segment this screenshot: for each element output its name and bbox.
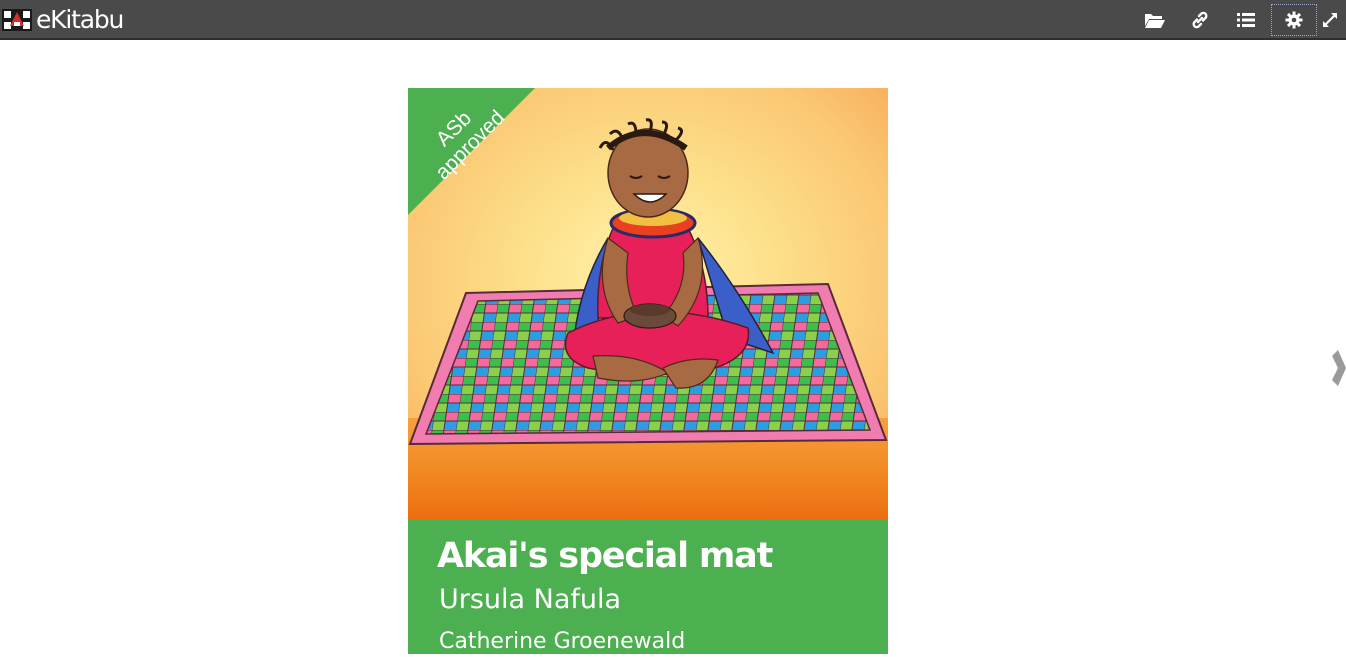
table-of-contents-button[interactable] [1224,4,1268,36]
link-button[interactable] [1178,4,1222,36]
open-folder-button[interactable] [1133,4,1177,36]
ekitabu-logo-icon [2,9,32,31]
app-logo[interactable]: eKitabu [2,5,124,34]
folder-open-icon [1145,14,1165,28]
fullscreen-button[interactable] [1322,4,1346,36]
chevron-right-icon[interactable] [1330,346,1346,390]
list-icon [1237,13,1255,27]
gear-icon [1285,11,1303,29]
book-illustrator: Catherine Groenewald [439,629,686,654]
top-toolbar: eKitabu [0,0,1346,40]
app-name: eKitabu [36,5,124,34]
settings-button[interactable] [1271,4,1317,36]
book-author: Ursula Nafula [439,584,622,615]
cover-info-panel: Akai's special mat Ursula Nafula Catheri… [408,520,888,654]
book-cover: ASb approved Akai's special mat Ursula N… [408,88,888,654]
link-icon [1192,11,1208,29]
book-title: Akai's special mat [437,536,773,576]
expand-icon [1323,13,1337,27]
cover-illustration [408,88,888,520]
